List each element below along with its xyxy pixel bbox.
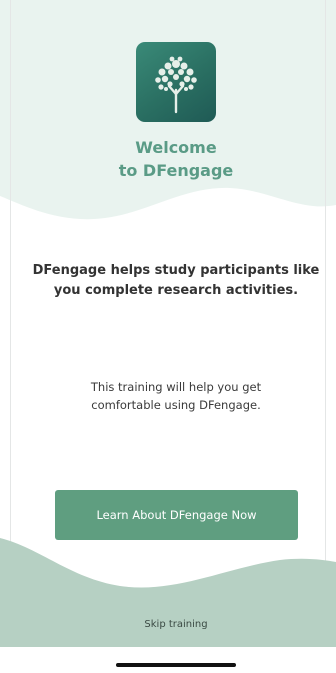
intro-text-line2: you complete research activities.	[53, 283, 299, 298]
tree-logo-icon	[136, 42, 216, 122]
welcome-title-line1: Welcome	[135, 138, 217, 157]
training-info-line2: comfortable using DFengage.	[91, 398, 261, 412]
intro-text-line1: DFengage helps study participants like	[32, 263, 320, 278]
skip-training-link[interactable]: Skip training	[0, 618, 336, 632]
onboarding-screen: Welcome to DFengage DFengage helps study…	[0, 0, 336, 673]
learn-about-button[interactable]: Learn About DFengage Now	[55, 490, 298, 540]
welcome-title-line2: to DFengage	[118, 161, 234, 180]
home-indicator[interactable]	[116, 663, 236, 667]
training-info-line1: This training will help you get	[90, 380, 262, 394]
home-indicator-area	[0, 647, 336, 673]
